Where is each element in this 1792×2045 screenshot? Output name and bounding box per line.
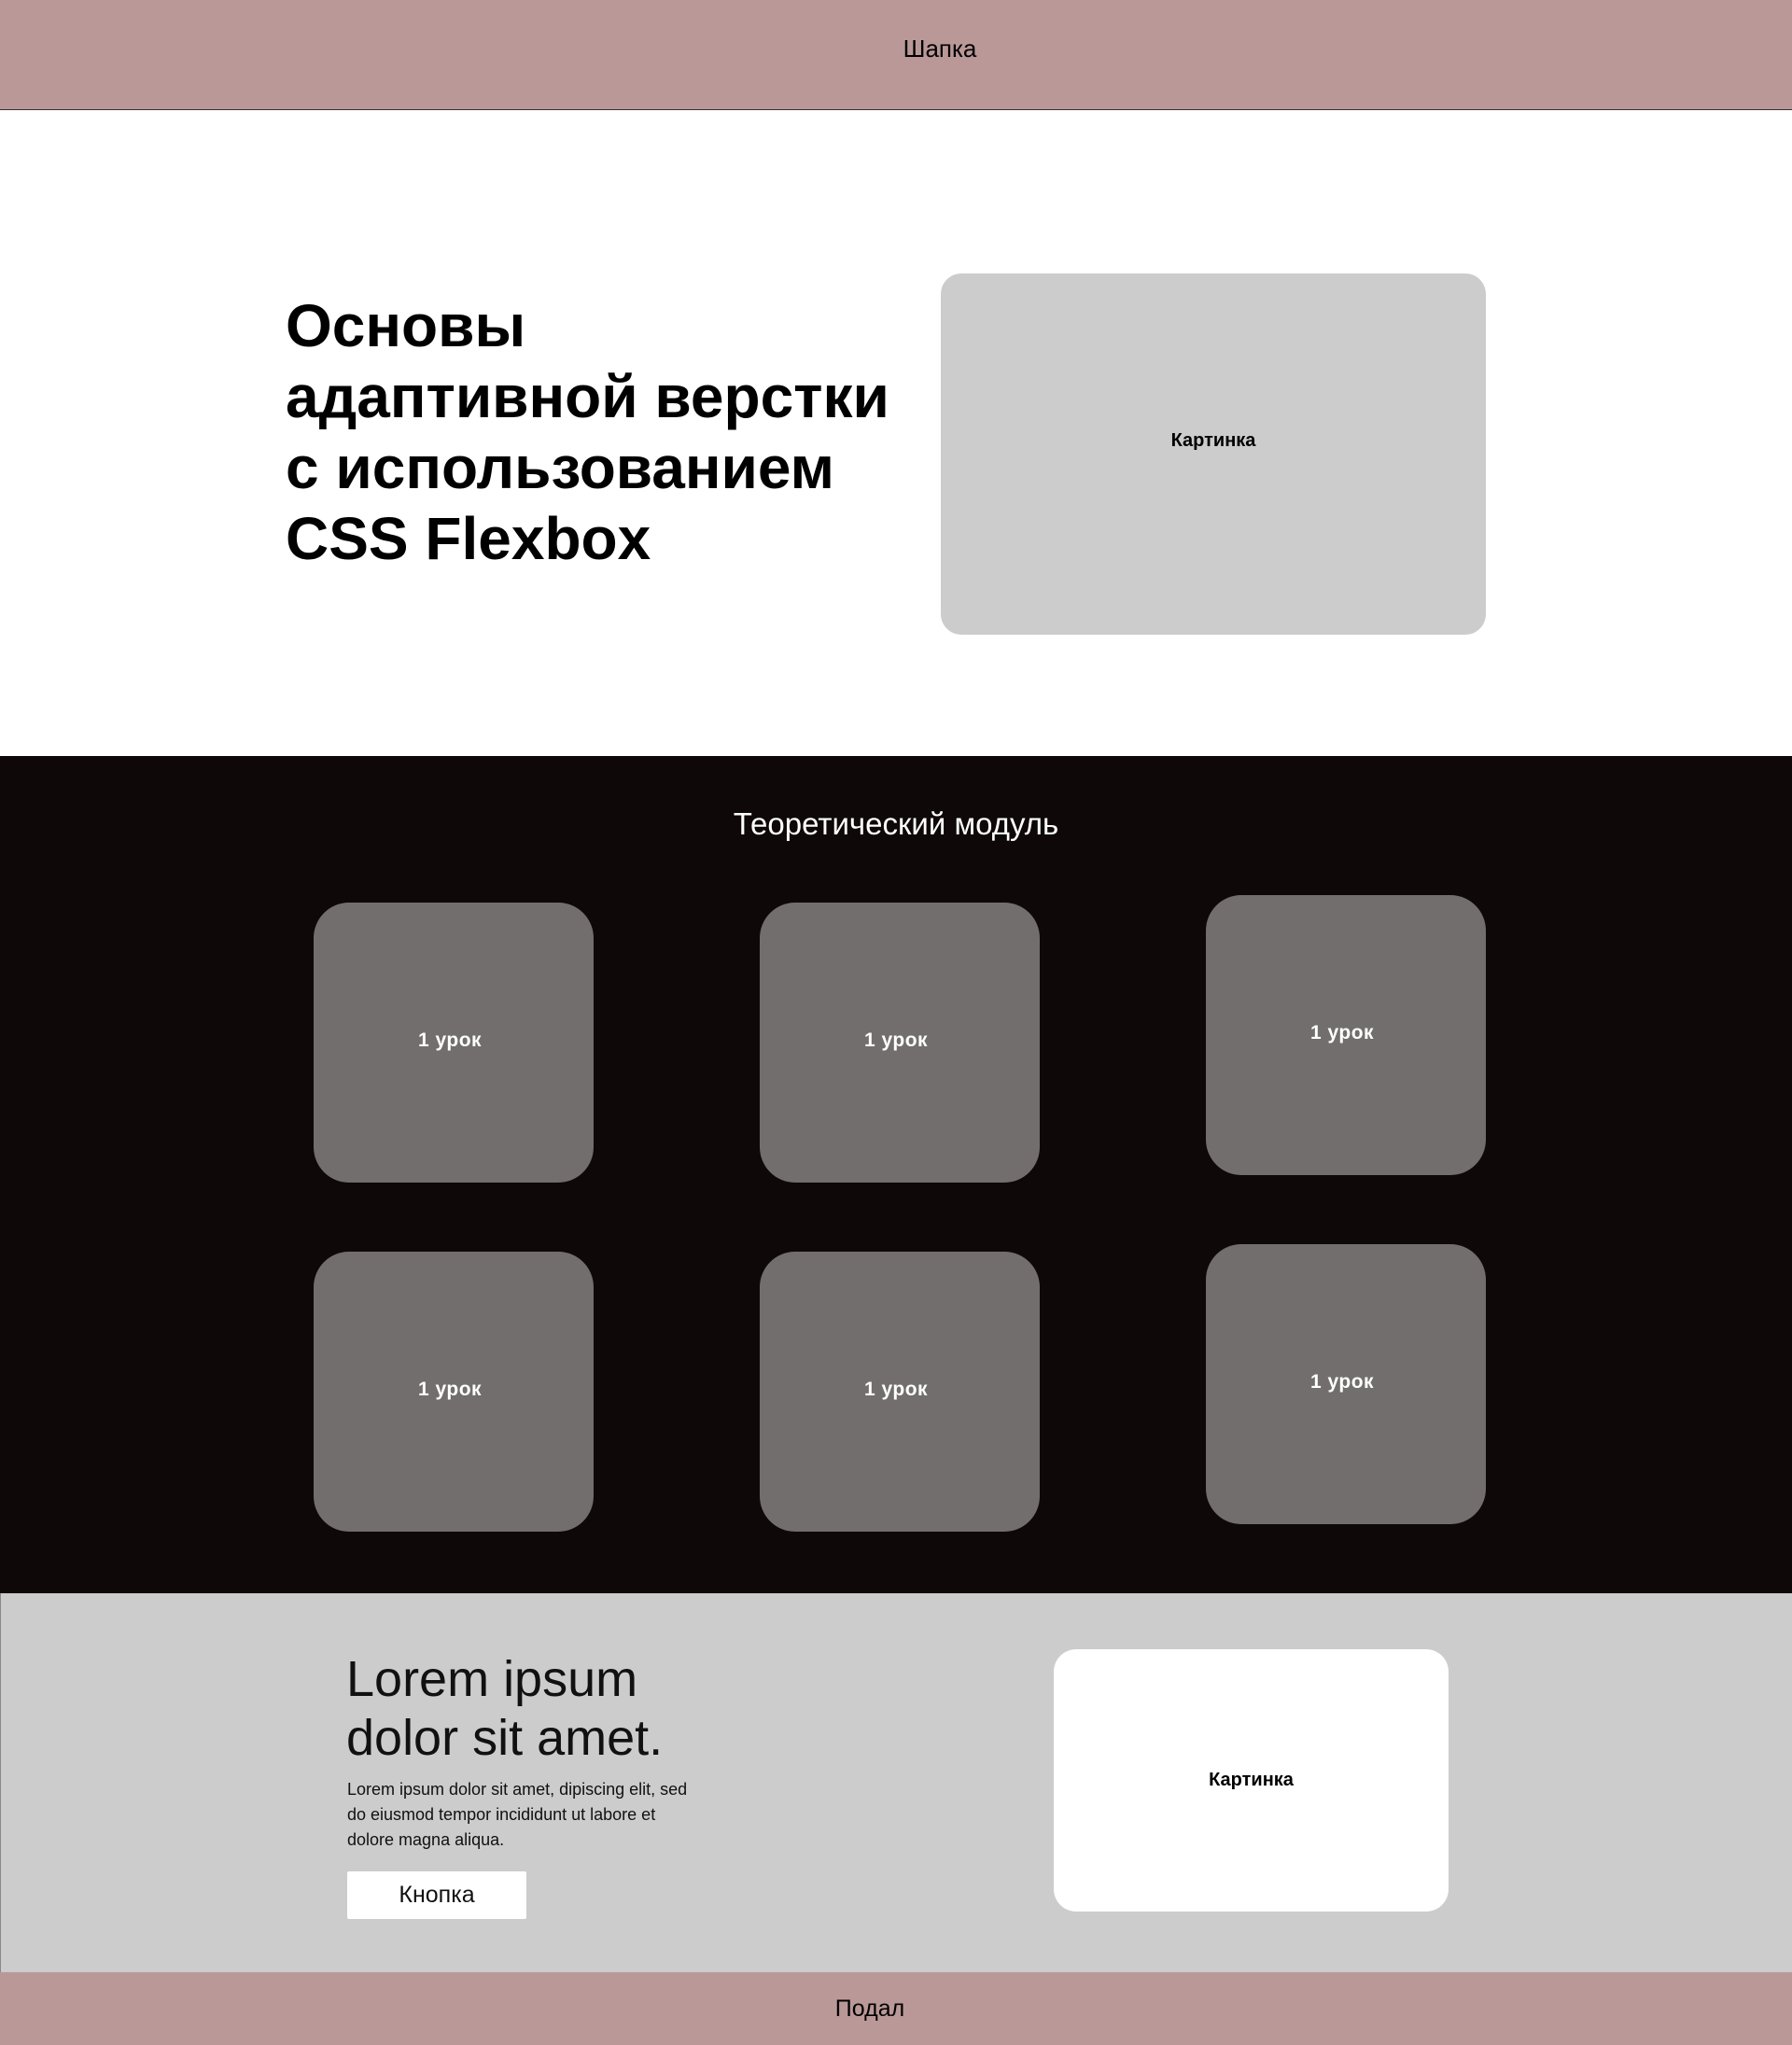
hero-title-line: адаптивной верстки	[286, 363, 889, 430]
promo-title: Lorem ipsum dolor sit amet.	[346, 1650, 906, 1768]
hero-title-line: с использованием	[286, 434, 834, 501]
lesson-card-label: 1 урок	[417, 1379, 483, 1400]
lesson-card[interactable]: 1 урок	[760, 1252, 1040, 1532]
promo-button[interactable]: Кнопка	[347, 1871, 526, 1919]
promo-text-line: Lorem ipsum dolor sit amet, dipiscing el…	[347, 1780, 688, 1799]
lesson-card[interactable]: 1 урок	[314, 1252, 594, 1532]
promo-image-placeholder: Картинка	[1054, 1649, 1449, 1912]
lesson-card[interactable]: 1 урок	[1206, 895, 1486, 1175]
hero-title-line: Основы	[286, 292, 526, 359]
hero-title-line: CSS Flexbox	[286, 505, 651, 572]
lesson-card-label: 1 урок	[863, 1379, 929, 1400]
module-title: Теоретический модуль	[733, 806, 1059, 841]
lesson-card-label: 1 урок	[863, 1030, 929, 1051]
hero-title: Основы адаптивной верстки с использовани…	[286, 290, 939, 574]
hero-image-label: Картинка	[1170, 429, 1256, 451]
footer-title: Подал	[834, 1996, 905, 2022]
hero-section: Основы адаптивной верстки с использовани…	[0, 110, 1792, 756]
lesson-card-label: 1 урок	[1309, 1371, 1375, 1393]
promo-title-line: Lorem ipsum	[346, 1651, 638, 1707]
lesson-card[interactable]: 1 урок	[1206, 1244, 1486, 1524]
lesson-card[interactable]: 1 урок	[314, 903, 594, 1183]
promo-title-line: dolor sit amet.	[346, 1710, 664, 1766]
lesson-card-label: 1 урок	[417, 1030, 483, 1051]
promo-text-line: dolore magna aliqua.	[347, 1830, 505, 1849]
header-title: Шапка	[903, 35, 977, 63]
promo-image-label: Картинка	[1209, 1770, 1294, 1790]
lesson-card[interactable]: 1 урок	[760, 903, 1040, 1183]
promo-description: Lorem ipsum dolor sit amet, dipiscing el…	[347, 1777, 721, 1853]
theory-module-section: Теоретический модуль 1 урок 1 урок 1 уро…	[0, 756, 1792, 1593]
site-header: Шапка	[0, 0, 1792, 110]
site-footer: Подал	[0, 1972, 1792, 2045]
promo-section: Lorem ipsum dolor sit amet. Lorem ipsum …	[0, 1593, 1792, 1972]
lesson-card-label: 1 урок	[1309, 1022, 1375, 1044]
promo-text-line: do eiusmod tempor incididunt ut labore e…	[347, 1805, 656, 1824]
hero-image-placeholder: Картинка	[941, 273, 1486, 635]
